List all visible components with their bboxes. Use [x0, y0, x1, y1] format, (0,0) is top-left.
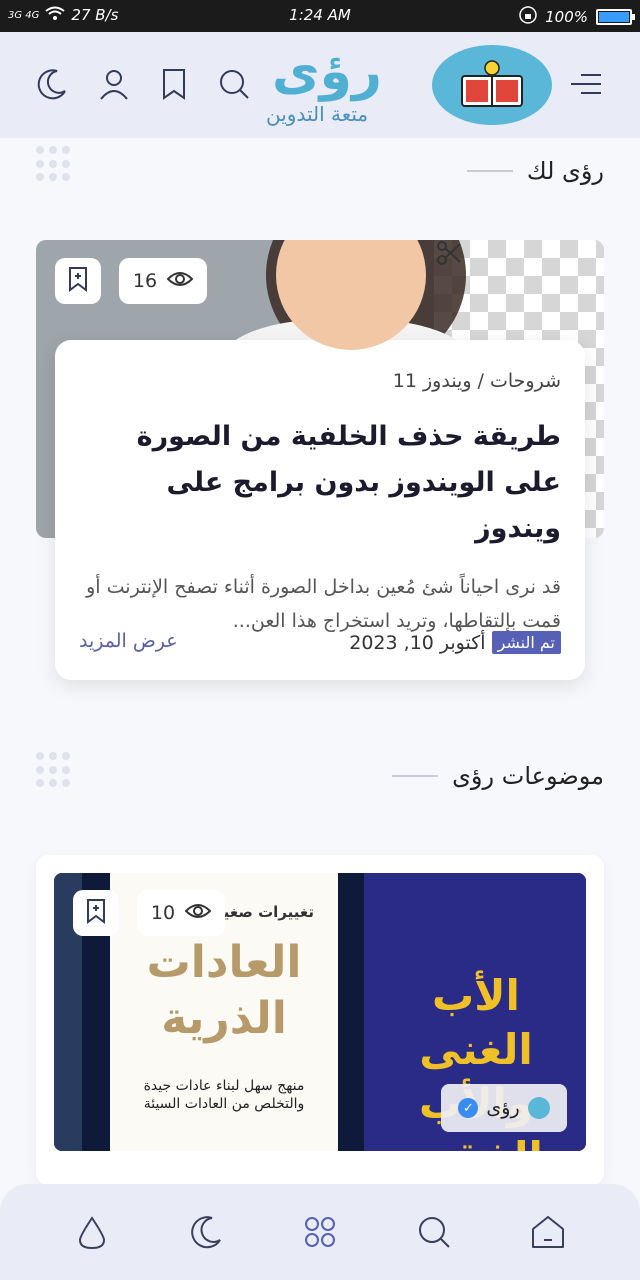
app-header: رؤى متعة التدوين [0, 32, 640, 138]
article-title[interactable]: طريقة حذف الخلفية من الصورة على الويندوز… [79, 414, 561, 552]
nav-drop-icon[interactable] [70, 1210, 114, 1254]
nav-grid-icon[interactable] [298, 1210, 342, 1254]
nav-moon-icon[interactable] [184, 1210, 228, 1254]
bottom-nav [0, 1184, 640, 1280]
section-title-for-you: رؤى لك [466, 157, 604, 185]
views-number: 16 [132, 270, 158, 292]
nav-search-icon[interactable] [412, 1210, 456, 1254]
logo-wordmark: رؤى [272, 42, 382, 102]
site-logo[interactable]: رؤى متعة التدوين [262, 40, 562, 136]
menu-icon[interactable] [564, 62, 608, 106]
views-count: 10 [137, 890, 225, 936]
eye-icon [184, 902, 212, 925]
topic-card[interactable]: تغييرات صغيرة العادات الذرية منهج سهل لب… [36, 855, 604, 1185]
article-excerpt: قد نرى احياناً شئ مُعين بداخل الصورة أثن… [86, 576, 561, 632]
book-cover-subtitle: منهج سهل لبناء عادات جيدة والتخلص من الع… [143, 1078, 305, 1112]
search-icon[interactable] [212, 62, 256, 106]
title-rule [392, 775, 439, 777]
publish-date: أكتوبر 10, 2023 [349, 631, 486, 654]
battery-percent: 100% [545, 8, 588, 26]
section-title-topics: موضوعات رؤى [392, 762, 604, 790]
scissors-icon [436, 240, 462, 270]
author-chip[interactable]: رؤى ✓ [441, 1084, 567, 1132]
nav-home-icon[interactable] [526, 1210, 570, 1254]
status-bar: 3G 4G 27 B/s 1:24 AM 100% [0, 0, 640, 32]
avatar [527, 1097, 550, 1119]
verified-icon: ✓ [458, 1098, 479, 1118]
lock-icon [519, 6, 537, 28]
article-category[interactable]: شروحات / ويندوز 11 [79, 370, 561, 392]
book-cover-title: العادات الذرية [146, 937, 302, 1044]
published-badge: تم النشر [491, 631, 561, 654]
battery-icon [596, 9, 635, 25]
bookmark-icon[interactable] [152, 62, 196, 106]
logo-tagline: متعة التدوين [266, 102, 369, 126]
bookmark-add-button[interactable] [55, 258, 101, 304]
title-rule [466, 170, 513, 172]
author-name: رؤى [486, 1097, 520, 1119]
views-number: 10 [150, 902, 176, 924]
eye-icon [166, 270, 194, 293]
section-title-text: موضوعات رؤى [452, 762, 604, 790]
publish-meta: تم النشر أكتوبر 10, 2023 [349, 631, 561, 654]
decorative-dots [36, 752, 72, 788]
bookmark-add-button[interactable] [73, 890, 119, 936]
decorative-dots [36, 146, 72, 182]
article-card[interactable]: شروحات / ويندوز 11 طريقة حذف الخلفية من … [55, 340, 585, 680]
views-count: 16 [119, 258, 207, 304]
section-title-text: رؤى لك [526, 157, 604, 185]
read-more-link[interactable]: عرض المزيد [79, 630, 178, 652]
book-lightbulb-icon [432, 45, 552, 125]
bookmark-plus-icon [67, 266, 89, 297]
moon-icon[interactable] [30, 62, 74, 106]
user-icon[interactable] [92, 62, 136, 106]
bookmark-plus-icon [85, 898, 107, 929]
